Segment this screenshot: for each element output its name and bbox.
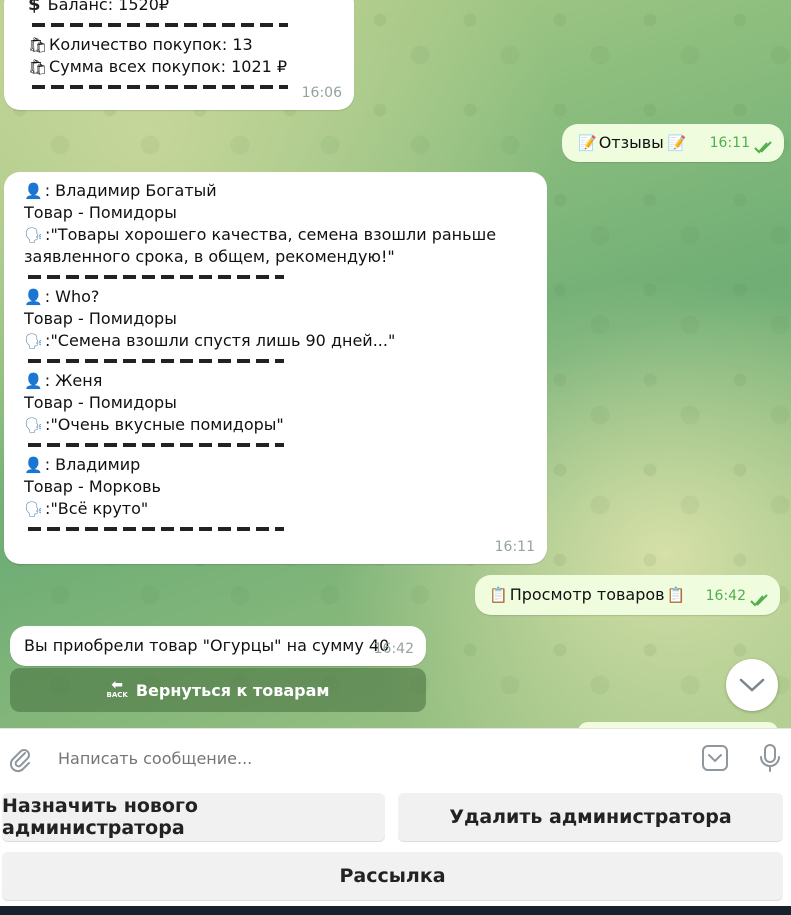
back-to-goods-label: Вернуться к товарам <box>135 680 330 700</box>
purchase-message: Вы приобрели товар "Огурцы" на сумму 40 … <box>10 626 426 666</box>
paperclip-icon[interactable] <box>6 745 34 773</box>
reviews-message: 👤: Владимир Богатый Товар - Помидоры 🗣:"… <box>4 172 547 564</box>
review-text-continued: заявленного срока, в общем, рекомендую!" <box>24 247 395 266</box>
back-arrow-icon: ⬅ BACK <box>106 677 128 699</box>
review-product: Товар - Помидоры <box>24 309 177 328</box>
review-text: :"Товары хорошего качества, семена взошл… <box>45 225 497 244</box>
clipboard-icon: 📋 <box>489 586 508 604</box>
balance-line: Баланс: 1520₽ <box>47 0 170 14</box>
purchase-text: Вы приобрели товар "Огурцы" на сумму 40 <box>24 636 390 655</box>
message-input-bar <box>0 728 791 787</box>
bust-icon: 👤 <box>24 456 43 474</box>
bust-icon: 👤 <box>24 288 43 306</box>
message-time: 16:42 <box>373 641 414 657</box>
message-time: 16:11 <box>494 539 535 555</box>
remove-admin-label: Удалить администратора <box>449 806 732 828</box>
reviews-command-message: 📝 Отзывы 📝 16:11 <box>562 124 784 162</box>
view-goods-text: Просмотр товаров <box>509 585 665 604</box>
dollar-icon: $ <box>28 0 41 15</box>
speaking-head-icon: 🗣 <box>24 226 44 244</box>
review-author: : Женя <box>44 371 103 390</box>
speaking-head-icon: 🗣 <box>24 416 44 434</box>
review-item: 👤: Женя Товар - Помидоры 🗣:"Очень вкусны… <box>24 370 547 447</box>
review-product: Товар - Морковь <box>24 477 161 496</box>
assign-admin-button[interactable]: Назначить нового администратора <box>2 793 385 841</box>
bust-icon: 👤 <box>24 372 43 390</box>
separator <box>28 527 284 531</box>
speaking-head-icon: 🗣 <box>24 332 44 350</box>
shopping-bags-icon: 🛍 <box>28 58 48 76</box>
separator <box>28 275 284 279</box>
purchases-sum: Сумма всех покупок: 1021 ₽ <box>49 57 288 76</box>
review-text: :"Всё круто" <box>45 499 149 518</box>
review-item: 👤: Владимир Богатый Товар - Помидоры 🗣:"… <box>24 180 547 279</box>
speaking-head-icon: 🗣 <box>24 500 44 518</box>
scroll-down-button[interactable] <box>726 659 778 711</box>
memo-icon: 📝 <box>667 134 687 152</box>
clipboard-icon: 📋 <box>666 586 686 604</box>
bottom-strip <box>0 906 791 915</box>
review-author: : Владимир Богатый <box>44 181 217 200</box>
chat-area[interactable]: $ Баланс: 1520₽ 🛍 Количество покупок: 13 … <box>0 0 791 728</box>
review-product: Товар - Помидоры <box>24 393 177 412</box>
view-goods-command-message: 📋 Просмотр товаров 📋 16:42 <box>475 575 780 615</box>
review-text: :"Очень вкусные помидоры" <box>45 415 284 434</box>
balance-message: $ Баланс: 1520₽ 🛍 Количество покупок: 13 … <box>4 0 354 110</box>
review-item: 👤: Who? Товар - Помидоры 🗣:"Семена взошл… <box>24 286 547 363</box>
bust-icon: 👤 <box>24 182 43 200</box>
review-author: : Владимир <box>44 455 141 474</box>
message-input[interactable] <box>56 748 660 769</box>
review-author: : Who? <box>44 287 100 306</box>
microphone-icon[interactable] <box>756 743 784 773</box>
separator <box>32 23 288 27</box>
review-item: 👤: Владимир Товар - Морковь 🗣:"Всё круто… <box>24 454 547 531</box>
reviews-command-text: Отзывы <box>598 133 664 152</box>
remove-admin-button[interactable]: Удалить администратора <box>398 793 783 841</box>
command-icon[interactable] <box>700 743 730 773</box>
double-check-icon <box>754 141 772 154</box>
broadcast-label: Рассылка <box>339 865 446 887</box>
shopping-bags-icon: 🛍 <box>28 36 48 54</box>
separator <box>28 443 284 447</box>
double-check-icon <box>750 594 768 607</box>
chevron-down-icon <box>739 678 765 692</box>
back-to-goods-button[interactable]: ⬅ BACK Вернуться к товарам <box>10 668 426 712</box>
broadcast-button[interactable]: Рассылка <box>2 852 783 900</box>
reply-keyboard: Назначить нового администратора Удалить … <box>0 786 791 906</box>
message-time: 16:06 <box>301 85 342 101</box>
separator <box>32 85 288 89</box>
review-text: :"Семена взошли спустя лишь 90 дней..." <box>45 331 396 350</box>
assign-admin-label: Назначить нового администратора <box>2 795 198 839</box>
review-product: Товар - Помидоры <box>24 203 177 222</box>
purchases-count: Количество покупок: 13 <box>49 35 253 54</box>
separator <box>28 359 284 363</box>
memo-icon: 📝 <box>578 134 597 152</box>
message-time: 16:11 <box>709 135 750 151</box>
message-time: 16:42 <box>705 588 746 604</box>
